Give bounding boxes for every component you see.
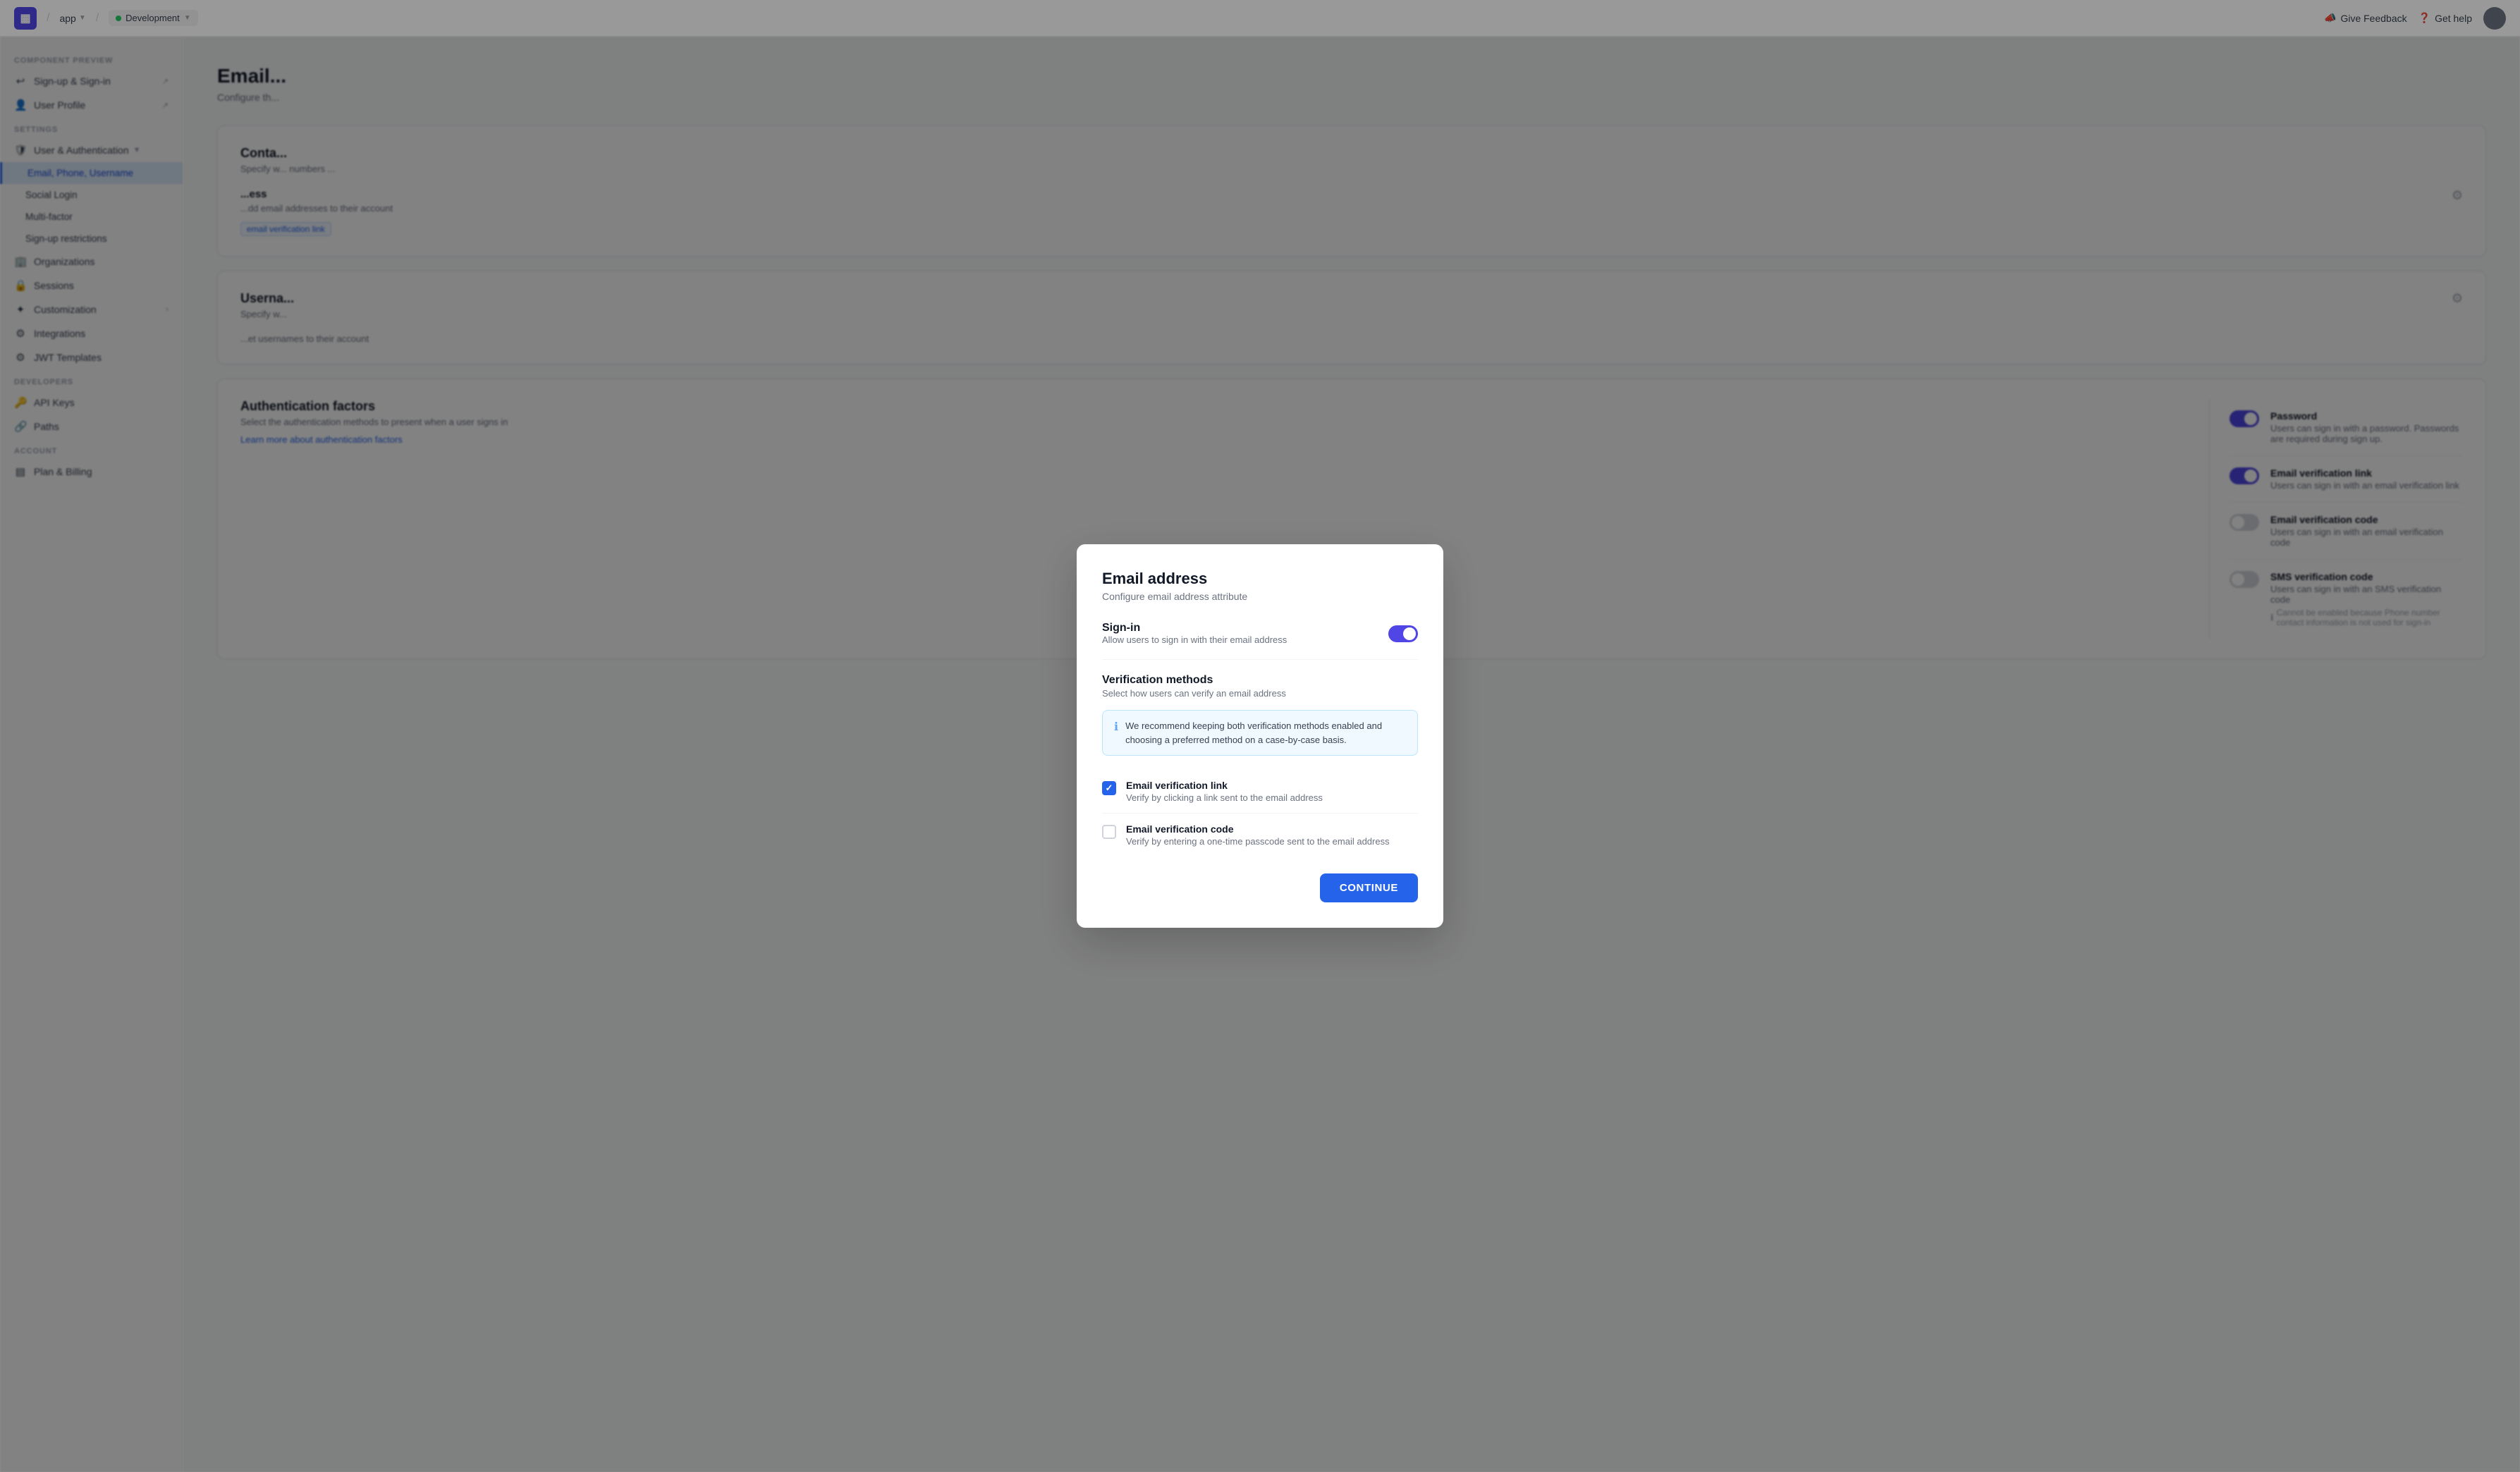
info-icon: ℹ <box>1114 720 1118 734</box>
modal-subtitle: Configure email address attribute <box>1102 591 1418 602</box>
info-box-text: We recommend keeping both verification m… <box>1125 719 1406 747</box>
modal-title: Email address <box>1102 570 1418 588</box>
verification-title: Verification methods <box>1102 674 1418 687</box>
info-box: ℹ We recommend keeping both verification… <box>1102 710 1418 756</box>
email-link-option-desc: Verify by clicking a link sent to the em… <box>1126 792 1323 803</box>
email-link-option-label: Email verification link <box>1126 780 1323 791</box>
check-icon: ✓ <box>1106 783 1113 794</box>
sign-in-toggle-slider <box>1388 625 1418 642</box>
modal-overlay[interactable]: Email address Configure email address at… <box>0 0 2520 1472</box>
sign-in-toggle[interactable] <box>1388 625 1418 642</box>
email-code-option-label: Email verification code <box>1126 823 1390 835</box>
continue-button[interactable]: CONTINUE <box>1320 873 1418 902</box>
email-code-option-info: Email verification code Verify by enteri… <box>1126 823 1390 847</box>
email-link-option[interactable]: ✓ Email verification link Verify by clic… <box>1102 770 1418 813</box>
email-code-option-desc: Verify by entering a one-time passcode s… <box>1126 836 1390 847</box>
email-code-checkbox[interactable] <box>1102 825 1116 839</box>
sign-in-info: Sign-in Allow users to sign in with thei… <box>1102 622 1374 645</box>
verification-desc: Select how users can verify an email add… <box>1102 688 1418 699</box>
email-address-modal: Email address Configure email address at… <box>1077 544 1443 928</box>
sign-in-row: Sign-in Allow users to sign in with thei… <box>1102 622 1418 645</box>
sign-in-desc: Allow users to sign in with their email … <box>1102 634 1374 645</box>
email-link-checkbox[interactable]: ✓ <box>1102 781 1116 795</box>
modal-divider <box>1102 659 1418 660</box>
sign-in-label: Sign-in <box>1102 622 1374 634</box>
email-code-option[interactable]: Email verification code Verify by enteri… <box>1102 813 1418 857</box>
email-link-option-info: Email verification link Verify by clicki… <box>1126 780 1323 803</box>
